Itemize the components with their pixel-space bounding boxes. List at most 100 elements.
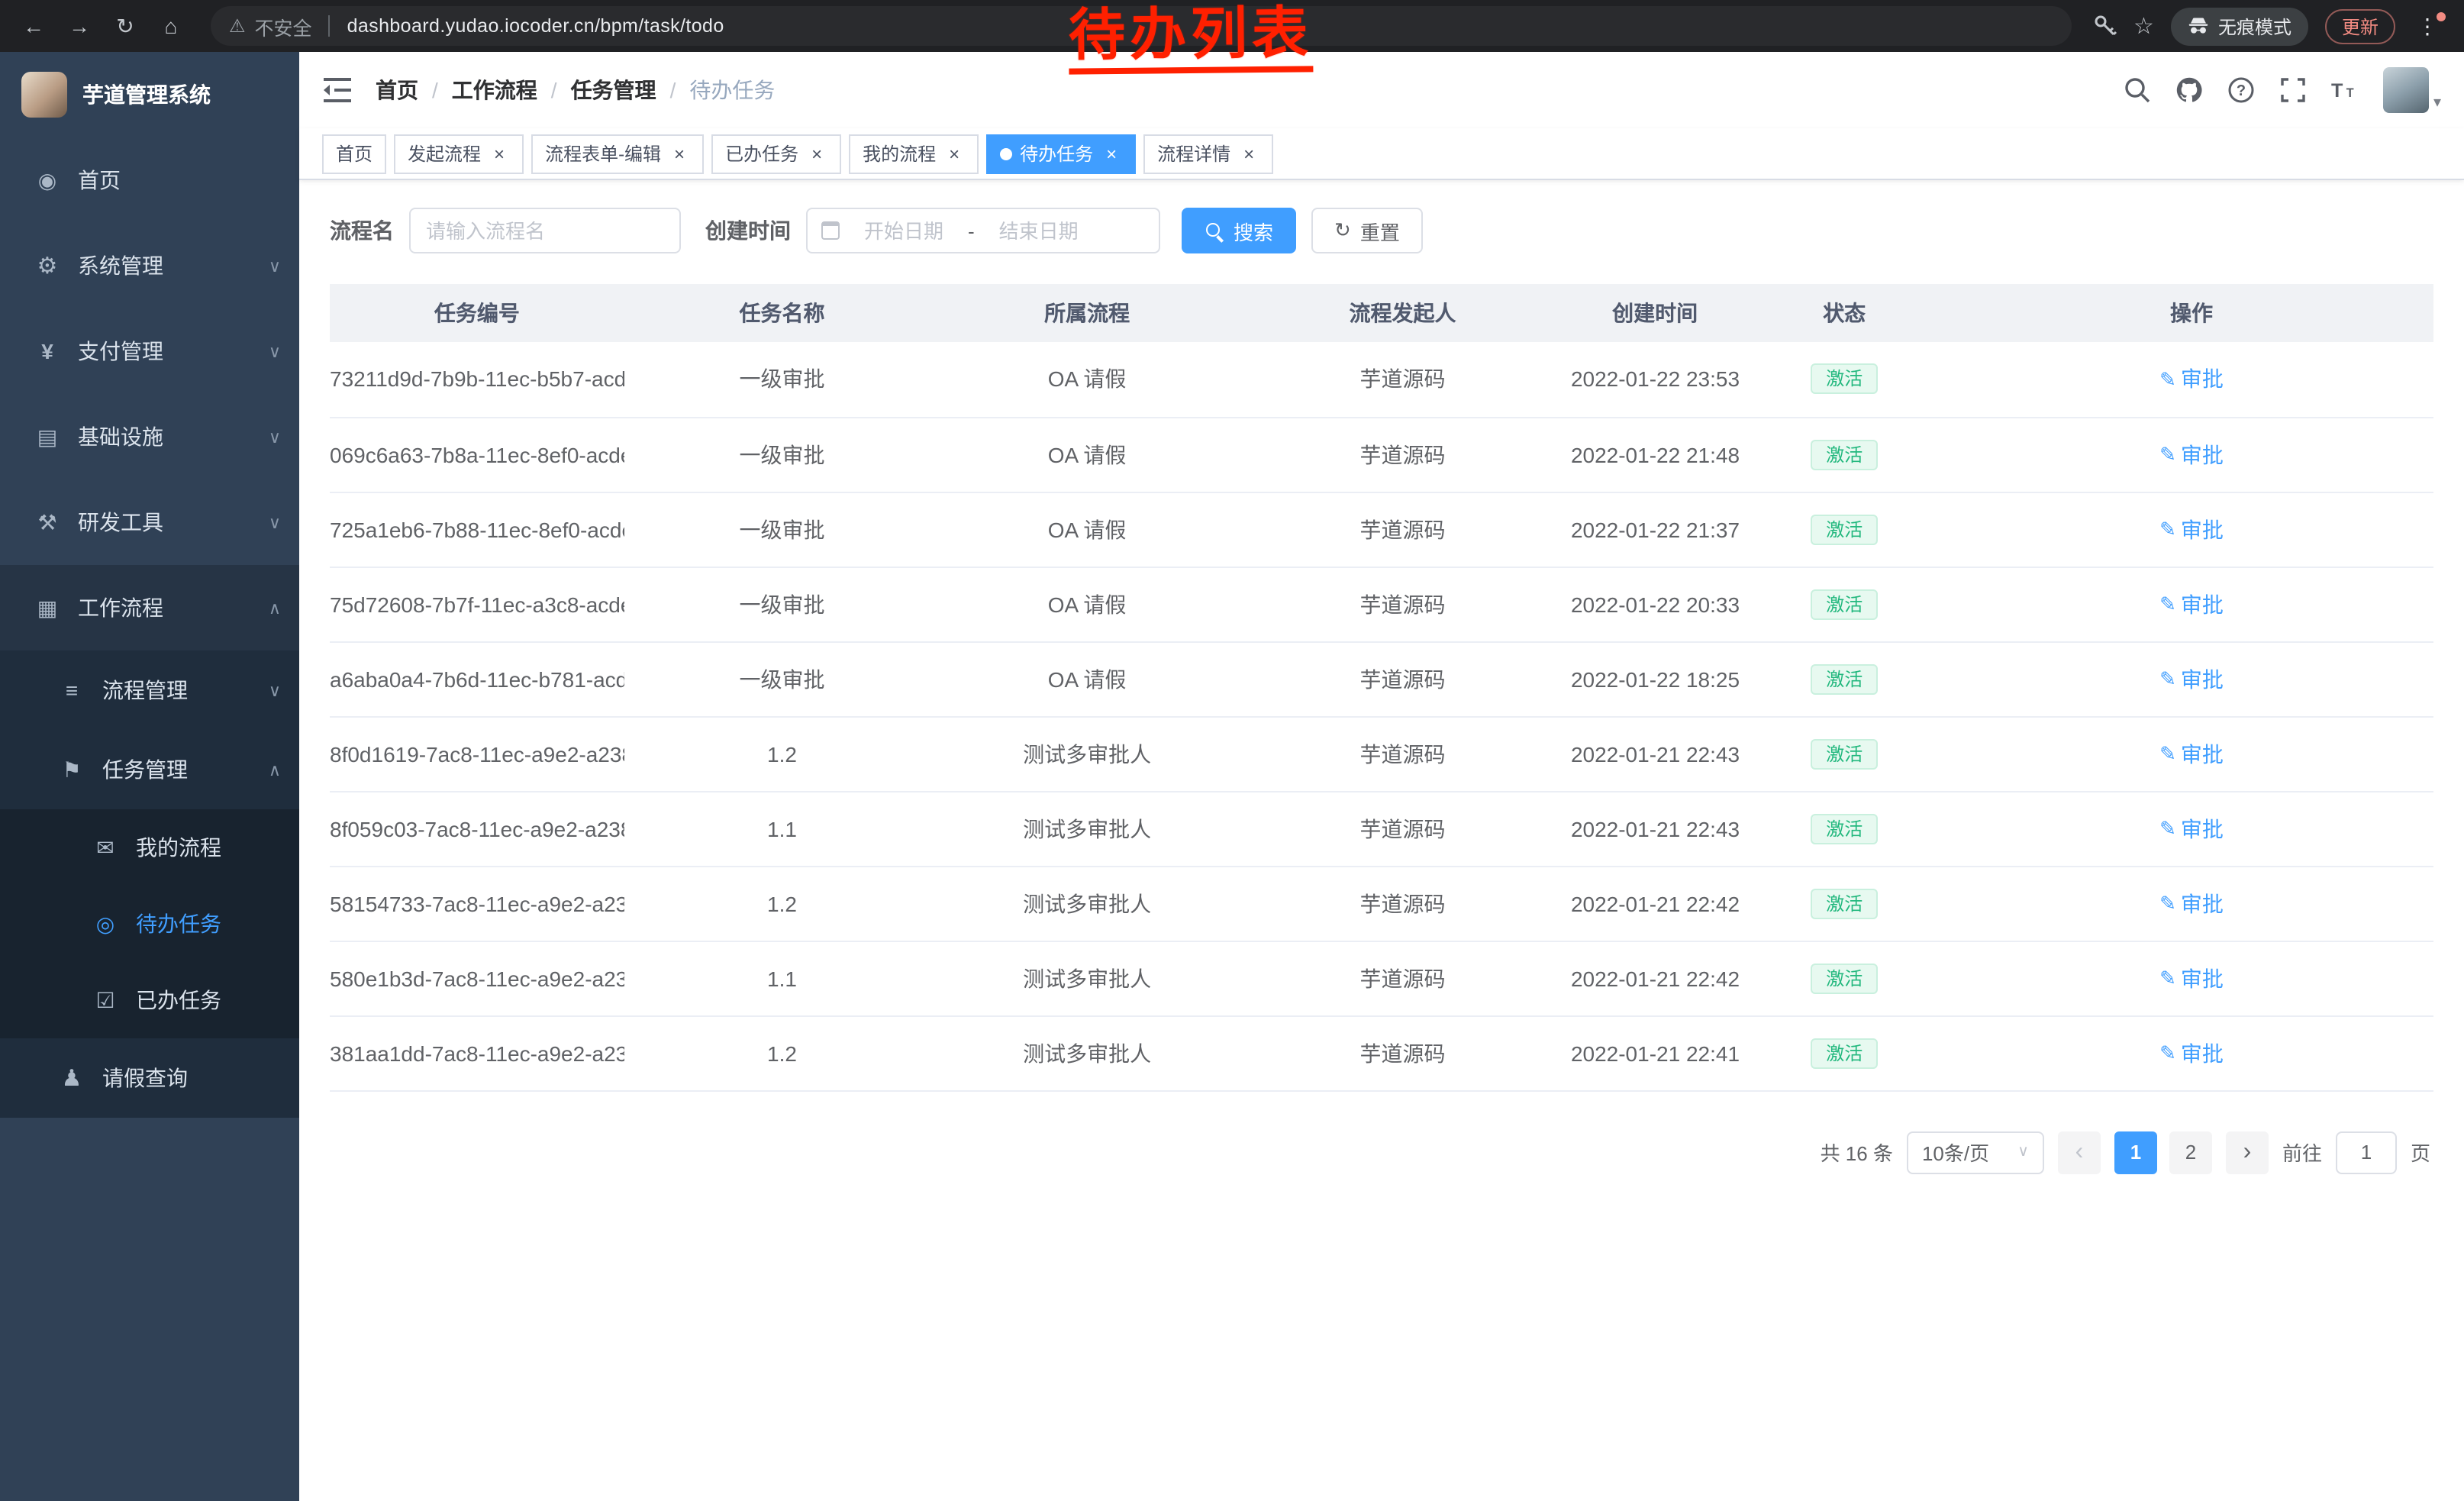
create-time-label: 创建时间: [705, 215, 791, 246]
update-button[interactable]: 更新: [2325, 8, 2395, 44]
approve-label: 审批: [2181, 589, 2224, 619]
breadcrumb-item[interactable]: 工作流程: [452, 75, 571, 105]
sidebar-item[interactable]: 待办任务: [0, 886, 299, 962]
sidebar-item[interactable]: 首页: [0, 137, 299, 223]
approve-link[interactable]: 审批: [2159, 888, 2224, 918]
cell-task-name: 1.2: [624, 866, 940, 941]
browser-menu-icon[interactable]: [2412, 13, 2443, 39]
pagination: 共 16 条 10条/页 12 前往 页: [330, 1131, 2433, 1173]
breadcrumb-separator: [537, 78, 571, 102]
prev-page-button[interactable]: [2058, 1131, 2101, 1173]
approve-link[interactable]: 审批: [2159, 813, 2224, 844]
approve-link[interactable]: 审批: [2159, 439, 2224, 470]
tab[interactable]: 我的流程: [849, 134, 979, 173]
back-icon[interactable]: ←: [15, 8, 52, 44]
font-size-icon[interactable]: TT: [2331, 76, 2359, 104]
search-icon[interactable]: [2124, 76, 2151, 104]
table-row: 73211d9d-7b9b-11ec-b5b7-acde48001122 一级审…: [330, 342, 2433, 417]
sidebar-item[interactable]: 我的流程: [0, 809, 299, 886]
menu-icon: [55, 757, 89, 783]
security-label[interactable]: 不安全: [255, 11, 312, 40]
fullscreen-icon[interactable]: [2279, 76, 2307, 104]
sidebar-item[interactable]: 系统管理: [0, 223, 299, 308]
menu-label: 待办任务: [136, 909, 281, 939]
start-date-input[interactable]: [846, 219, 962, 242]
next-page-button[interactable]: [2226, 1131, 2269, 1173]
approve-link[interactable]: 审批: [2159, 738, 2224, 769]
approve-link[interactable]: 审批: [2159, 589, 2224, 619]
menu-icon: [31, 167, 64, 193]
bookmark-star-icon[interactable]: ☆: [2133, 12, 2154, 40]
user-menu[interactable]: [2383, 67, 2441, 113]
menu-label: 已办任务: [136, 985, 281, 1015]
url-text[interactable]: dashboard.yudao.iocoder.cn/bpm/task/todo: [347, 15, 724, 37]
tab-close-icon[interactable]: [806, 143, 827, 164]
tab[interactable]: 已办任务: [711, 134, 841, 173]
tab[interactable]: 流程详情: [1143, 134, 1273, 173]
tab-close-icon[interactable]: [1238, 143, 1259, 164]
cell-process: OA 请假: [940, 641, 1234, 716]
process-name-input[interactable]: [409, 208, 681, 253]
tab-close-icon[interactable]: [669, 143, 690, 164]
search-button[interactable]: 搜索: [1182, 208, 1296, 253]
help-icon[interactable]: ?: [2227, 76, 2255, 104]
page-number-button[interactable]: 2: [2169, 1131, 2212, 1173]
cell-task-id: 58154733-7ac8-11ec-a9e2-a2380e71991a: [330, 866, 624, 941]
page-number-button[interactable]: 1: [2114, 1131, 2157, 1173]
menu-label: 系统管理: [78, 250, 269, 281]
sidebar-toggle-icon[interactable]: [322, 75, 353, 105]
sidebar-item[interactable]: 基础设施: [0, 394, 299, 479]
approve-link[interactable]: 审批: [2159, 364, 2224, 395]
cell-task-id: 8f059c03-7ac8-11ec-a9e2-a2380e71991a: [330, 791, 624, 866]
breadcrumb-item[interactable]: 待办任务: [689, 75, 775, 105]
edit-pencil-icon: [2159, 815, 2176, 841]
tab-close-icon[interactable]: [489, 143, 510, 164]
approve-link[interactable]: 审批: [2159, 663, 2224, 694]
date-range-picker[interactable]: -: [806, 208, 1160, 253]
tab-close-icon[interactable]: [1101, 143, 1122, 164]
tab[interactable]: 首页: [322, 134, 386, 173]
sidebar-item[interactable]: 任务管理: [0, 730, 299, 809]
cell-action: 审批: [1950, 492, 2433, 567]
cell-action: 审批: [1950, 866, 2433, 941]
menu-icon: [31, 424, 64, 450]
home-icon[interactable]: ⌂: [153, 8, 189, 44]
goto-page-input[interactable]: [2336, 1131, 2397, 1173]
reload-icon[interactable]: ↻: [107, 8, 144, 44]
approve-link[interactable]: 审批: [2159, 1038, 2224, 1068]
tab[interactable]: 流程表单-编辑: [531, 134, 704, 173]
approve-label: 审批: [2181, 364, 2224, 395]
forward-icon[interactable]: →: [61, 8, 98, 44]
approve-link[interactable]: 审批: [2159, 963, 2224, 993]
sidebar-item[interactable]: 已办任务: [0, 962, 299, 1038]
breadcrumb-item[interactable]: 任务管理: [571, 75, 690, 105]
github-icon[interactable]: [2175, 76, 2203, 104]
end-date-input[interactable]: [981, 219, 1097, 242]
table-row: 58154733-7ac8-11ec-a9e2-a2380e71991a 1.2…: [330, 866, 2433, 941]
cell-action: 审批: [1950, 1015, 2433, 1090]
tab-close-icon[interactable]: [943, 143, 965, 164]
cell-process: 测试多审批人: [940, 866, 1234, 941]
page-size-select[interactable]: 10条/页: [1907, 1131, 2044, 1173]
password-key-icon[interactable]: [2092, 14, 2117, 38]
top-navbar: 首页 工作流程 任务管理: [299, 52, 2464, 128]
breadcrumb-item[interactable]: 首页: [376, 75, 452, 105]
menu-icon: [31, 509, 64, 535]
sidebar-item[interactable]: 流程管理: [0, 650, 299, 730]
tab[interactable]: 待办任务: [986, 134, 1136, 173]
tab[interactable]: 发起流程: [394, 134, 524, 173]
address-bar[interactable]: ⚠ 不安全 dashboard.yudao.iocoder.cn/bpm/tas…: [211, 6, 2071, 46]
approve-link[interactable]: 审批: [2159, 514, 2224, 544]
sidebar-item[interactable]: 请假查询: [0, 1038, 299, 1118]
sidebar-item[interactable]: 研发工具: [0, 479, 299, 565]
app-logo[interactable]: 芋道管理系统: [0, 52, 299, 137]
sidebar: 芋道管理系统 首页 系统管理: [0, 52, 299, 1501]
incognito-label: 无痕模式: [2218, 13, 2291, 39]
sidebar-item[interactable]: 工作流程: [0, 565, 299, 650]
cell-status: 激活: [1739, 417, 1950, 492]
status-badge: 激活: [1811, 514, 1878, 544]
user-avatar: [2383, 67, 2429, 113]
sidebar-item[interactable]: 支付管理: [0, 308, 299, 394]
reset-button[interactable]: 重置: [1311, 208, 1423, 253]
menu-icon: [55, 1064, 89, 1092]
